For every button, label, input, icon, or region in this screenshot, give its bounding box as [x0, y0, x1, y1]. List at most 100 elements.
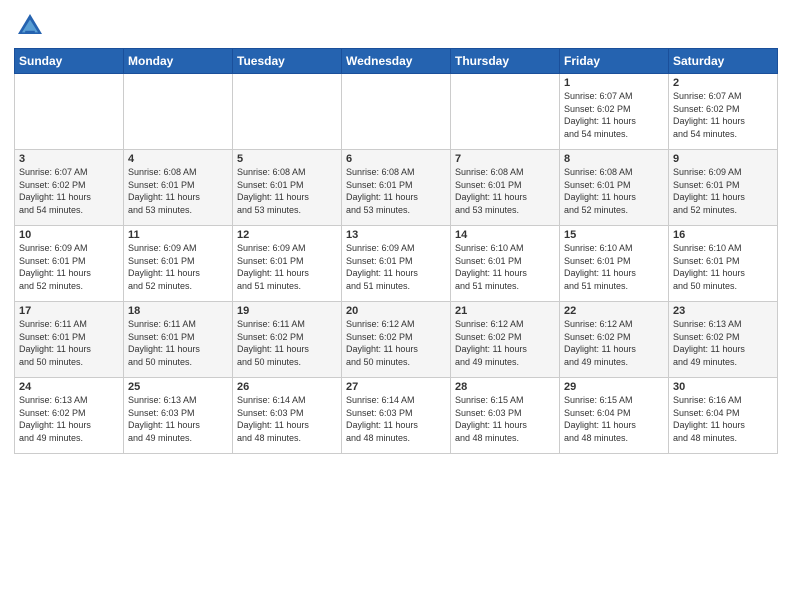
day-info: Sunrise: 6:07 AM Sunset: 6:02 PM Dayligh… [564, 90, 664, 140]
day-info: Sunrise: 6:08 AM Sunset: 6:01 PM Dayligh… [564, 166, 664, 216]
calendar-cell: 25Sunrise: 6:13 AM Sunset: 6:03 PM Dayli… [124, 378, 233, 454]
calendar-header-row: SundayMondayTuesdayWednesdayThursdayFrid… [15, 49, 778, 74]
calendar-cell: 21Sunrise: 6:12 AM Sunset: 6:02 PM Dayli… [451, 302, 560, 378]
day-info: Sunrise: 6:12 AM Sunset: 6:02 PM Dayligh… [564, 318, 664, 368]
day-number: 28 [455, 381, 555, 393]
calendar-week-row: 10Sunrise: 6:09 AM Sunset: 6:01 PM Dayli… [15, 226, 778, 302]
calendar-cell: 19Sunrise: 6:11 AM Sunset: 6:02 PM Dayli… [233, 302, 342, 378]
day-info: Sunrise: 6:08 AM Sunset: 6:01 PM Dayligh… [128, 166, 228, 216]
day-number: 17 [19, 305, 119, 317]
calendar-cell: 24Sunrise: 6:13 AM Sunset: 6:02 PM Dayli… [15, 378, 124, 454]
day-info: Sunrise: 6:13 AM Sunset: 6:02 PM Dayligh… [19, 394, 119, 444]
logo-icon [14, 10, 46, 42]
calendar: SundayMondayTuesdayWednesdayThursdayFrid… [14, 48, 778, 454]
calendar-cell: 22Sunrise: 6:12 AM Sunset: 6:02 PM Dayli… [560, 302, 669, 378]
calendar-cell: 3Sunrise: 6:07 AM Sunset: 6:02 PM Daylig… [15, 150, 124, 226]
calendar-cell: 5Sunrise: 6:08 AM Sunset: 6:01 PM Daylig… [233, 150, 342, 226]
calendar-cell: 30Sunrise: 6:16 AM Sunset: 6:04 PM Dayli… [669, 378, 778, 454]
calendar-cell: 29Sunrise: 6:15 AM Sunset: 6:04 PM Dayli… [560, 378, 669, 454]
day-of-week-header: Tuesday [233, 49, 342, 74]
calendar-cell: 10Sunrise: 6:09 AM Sunset: 6:01 PM Dayli… [15, 226, 124, 302]
calendar-cell: 7Sunrise: 6:08 AM Sunset: 6:01 PM Daylig… [451, 150, 560, 226]
day-number: 2 [673, 77, 773, 89]
day-number: 22 [564, 305, 664, 317]
day-of-week-header: Monday [124, 49, 233, 74]
day-number: 14 [455, 229, 555, 241]
day-info: Sunrise: 6:16 AM Sunset: 6:04 PM Dayligh… [673, 394, 773, 444]
calendar-cell: 20Sunrise: 6:12 AM Sunset: 6:02 PM Dayli… [342, 302, 451, 378]
calendar-cell: 26Sunrise: 6:14 AM Sunset: 6:03 PM Dayli… [233, 378, 342, 454]
day-number: 16 [673, 229, 773, 241]
day-info: Sunrise: 6:14 AM Sunset: 6:03 PM Dayligh… [237, 394, 337, 444]
day-number: 29 [564, 381, 664, 393]
day-number: 11 [128, 229, 228, 241]
day-number: 4 [128, 153, 228, 165]
calendar-cell: 6Sunrise: 6:08 AM Sunset: 6:01 PM Daylig… [342, 150, 451, 226]
calendar-cell [451, 74, 560, 150]
day-of-week-header: Wednesday [342, 49, 451, 74]
logo [14, 10, 50, 42]
calendar-cell [233, 74, 342, 150]
calendar-cell: 11Sunrise: 6:09 AM Sunset: 6:01 PM Dayli… [124, 226, 233, 302]
calendar-cell: 4Sunrise: 6:08 AM Sunset: 6:01 PM Daylig… [124, 150, 233, 226]
day-number: 30 [673, 381, 773, 393]
day-number: 18 [128, 305, 228, 317]
day-number: 13 [346, 229, 446, 241]
day-info: Sunrise: 6:09 AM Sunset: 6:01 PM Dayligh… [346, 242, 446, 292]
day-info: Sunrise: 6:11 AM Sunset: 6:01 PM Dayligh… [19, 318, 119, 368]
calendar-cell: 2Sunrise: 6:07 AM Sunset: 6:02 PM Daylig… [669, 74, 778, 150]
day-info: Sunrise: 6:11 AM Sunset: 6:01 PM Dayligh… [128, 318, 228, 368]
day-info: Sunrise: 6:14 AM Sunset: 6:03 PM Dayligh… [346, 394, 446, 444]
calendar-cell [124, 74, 233, 150]
day-info: Sunrise: 6:13 AM Sunset: 6:02 PM Dayligh… [673, 318, 773, 368]
day-number: 8 [564, 153, 664, 165]
day-info: Sunrise: 6:08 AM Sunset: 6:01 PM Dayligh… [455, 166, 555, 216]
calendar-cell: 23Sunrise: 6:13 AM Sunset: 6:02 PM Dayli… [669, 302, 778, 378]
calendar-cell: 27Sunrise: 6:14 AM Sunset: 6:03 PM Dayli… [342, 378, 451, 454]
calendar-cell [15, 74, 124, 150]
calendar-cell: 14Sunrise: 6:10 AM Sunset: 6:01 PM Dayli… [451, 226, 560, 302]
calendar-cell: 12Sunrise: 6:09 AM Sunset: 6:01 PM Dayli… [233, 226, 342, 302]
day-of-week-header: Friday [560, 49, 669, 74]
day-number: 12 [237, 229, 337, 241]
calendar-cell: 8Sunrise: 6:08 AM Sunset: 6:01 PM Daylig… [560, 150, 669, 226]
day-info: Sunrise: 6:09 AM Sunset: 6:01 PM Dayligh… [673, 166, 773, 216]
day-info: Sunrise: 6:15 AM Sunset: 6:03 PM Dayligh… [455, 394, 555, 444]
day-number: 24 [19, 381, 119, 393]
day-number: 25 [128, 381, 228, 393]
day-number: 3 [19, 153, 119, 165]
day-number: 5 [237, 153, 337, 165]
header [14, 10, 778, 42]
day-info: Sunrise: 6:10 AM Sunset: 6:01 PM Dayligh… [564, 242, 664, 292]
calendar-cell [342, 74, 451, 150]
day-info: Sunrise: 6:08 AM Sunset: 6:01 PM Dayligh… [237, 166, 337, 216]
day-info: Sunrise: 6:10 AM Sunset: 6:01 PM Dayligh… [673, 242, 773, 292]
day-info: Sunrise: 6:07 AM Sunset: 6:02 PM Dayligh… [673, 90, 773, 140]
day-number: 21 [455, 305, 555, 317]
day-info: Sunrise: 6:08 AM Sunset: 6:01 PM Dayligh… [346, 166, 446, 216]
day-of-week-header: Thursday [451, 49, 560, 74]
calendar-week-row: 17Sunrise: 6:11 AM Sunset: 6:01 PM Dayli… [15, 302, 778, 378]
day-number: 7 [455, 153, 555, 165]
day-info: Sunrise: 6:12 AM Sunset: 6:02 PM Dayligh… [346, 318, 446, 368]
day-info: Sunrise: 6:07 AM Sunset: 6:02 PM Dayligh… [19, 166, 119, 216]
day-info: Sunrise: 6:11 AM Sunset: 6:02 PM Dayligh… [237, 318, 337, 368]
calendar-cell: 1Sunrise: 6:07 AM Sunset: 6:02 PM Daylig… [560, 74, 669, 150]
day-number: 10 [19, 229, 119, 241]
calendar-cell: 17Sunrise: 6:11 AM Sunset: 6:01 PM Dayli… [15, 302, 124, 378]
day-info: Sunrise: 6:09 AM Sunset: 6:01 PM Dayligh… [237, 242, 337, 292]
day-number: 20 [346, 305, 446, 317]
day-number: 26 [237, 381, 337, 393]
calendar-cell: 18Sunrise: 6:11 AM Sunset: 6:01 PM Dayli… [124, 302, 233, 378]
day-info: Sunrise: 6:09 AM Sunset: 6:01 PM Dayligh… [19, 242, 119, 292]
day-number: 15 [564, 229, 664, 241]
calendar-cell: 28Sunrise: 6:15 AM Sunset: 6:03 PM Dayli… [451, 378, 560, 454]
day-info: Sunrise: 6:12 AM Sunset: 6:02 PM Dayligh… [455, 318, 555, 368]
day-number: 23 [673, 305, 773, 317]
calendar-week-row: 1Sunrise: 6:07 AM Sunset: 6:02 PM Daylig… [15, 74, 778, 150]
calendar-week-row: 3Sunrise: 6:07 AM Sunset: 6:02 PM Daylig… [15, 150, 778, 226]
day-info: Sunrise: 6:10 AM Sunset: 6:01 PM Dayligh… [455, 242, 555, 292]
calendar-cell: 9Sunrise: 6:09 AM Sunset: 6:01 PM Daylig… [669, 150, 778, 226]
day-of-week-header: Saturday [669, 49, 778, 74]
calendar-cell: 16Sunrise: 6:10 AM Sunset: 6:01 PM Dayli… [669, 226, 778, 302]
